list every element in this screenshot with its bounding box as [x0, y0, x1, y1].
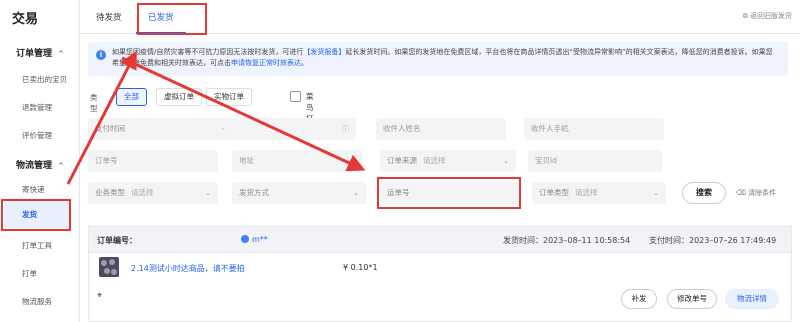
receiver-phone-input[interactable]: 收件人手机 [524, 118, 664, 140]
main-content: 待发货 已发货 ⧉ 返回旧版发货 i 如果您因疫情/自然灾害等不可抗力原因无法按… [80, 0, 800, 322]
chevron-up-icon: ^ [58, 50, 64, 58]
external-link-icon: ⧉ [742, 12, 750, 20]
business-type-placeholder: 请选择 [131, 188, 154, 197]
order-type-select[interactable]: 订单类型 请选择 ⌄ [532, 182, 666, 204]
ship-method-select[interactable]: 发货方式 ⌄ [232, 182, 366, 204]
sidebar-group-label: 订单管理 [16, 49, 53, 59]
notice-text: 延长发货时间。如果您的发货地在免费区域，平台也将在商品详情页透出“受物流异常影响… [345, 48, 731, 56]
restore-timeliness-link[interactable]: 申请恢复正常时效表达 [231, 59, 301, 67]
cainiao-checkbox[interactable] [290, 91, 301, 102]
buyer-link[interactable]: m** [241, 235, 268, 244]
order-header: 订单编号： m** 发货时间：2023–08–11 10:58:54 支付时间：… [89, 227, 791, 253]
search-button[interactable]: 搜索 [682, 182, 726, 204]
type-option-virtual[interactable]: 虚拟订单 [156, 88, 202, 106]
sidebar-group-label: 物流管理 [16, 161, 53, 171]
product-thumbnail[interactable] [99, 257, 119, 277]
reship-button[interactable]: 补发 [621, 289, 657, 309]
waybill-number-input[interactable]: 运单号 [380, 182, 520, 204]
chevron-down-icon: ⌄ [353, 189, 359, 197]
pay-time-range[interactable]: 支付时间 - ⓘ [88, 118, 356, 140]
sidebar-item-sold[interactable]: 已卖出的宝贝 [22, 74, 67, 85]
sidebar-item-print[interactable]: 打单 [22, 268, 37, 279]
shipping-report-link[interactable]: 【发货报备】 [303, 48, 345, 56]
legacy-link-label: 返回旧版发货 [750, 12, 792, 20]
notice-text: 。 [301, 59, 308, 67]
info-icon: i [96, 50, 106, 60]
chevron-down-icon: ⌄ [653, 189, 659, 197]
chevron-up-icon: ^ [58, 162, 64, 170]
tab-bar: 待发货 已发货 ⧉ 返回旧版发货 [80, 0, 800, 34]
chevron-down-icon: ⌄ [205, 189, 211, 197]
wangwang-icon [241, 235, 249, 243]
sidebar-item-refund[interactable]: 退款管理 [22, 102, 52, 113]
eraser-icon: ⌫ [736, 189, 749, 197]
ship-time: 发货时间：2023–08–11 10:58:54 [503, 236, 631, 245]
pay-time: 支付时间：2023–07–26 17:49:49 [649, 236, 777, 245]
ship-method-label: 发货方式 [239, 188, 269, 197]
sidebar-item-ship[interactable]: 发货 [4, 202, 70, 228]
sidebar-item-logistics-service[interactable]: 物流服务 [22, 296, 52, 307]
product-price: ¥ 0.10*1 [343, 263, 378, 272]
order-type-label: 订单类型 [539, 188, 569, 197]
logistics-detail-button[interactable]: 物流详情 [725, 289, 779, 309]
modify-waybill-button[interactable]: 修改单号 [667, 289, 717, 309]
sidebar-item-print-tool[interactable]: 打单工具 [22, 240, 52, 251]
clear-filters-label: 清除条件 [748, 189, 777, 197]
tab-shipped[interactable]: 已发货 [148, 11, 174, 23]
sidebar-item-review[interactable]: 评价管理 [22, 130, 52, 141]
clear-filters-button[interactable]: ⌫ 清除条件 [736, 188, 776, 198]
sidebar-group-order[interactable]: 订单管理 ^ [16, 46, 64, 59]
business-type-select[interactable]: 业务类型 请选择 ⌄ [88, 182, 218, 204]
location-pin-icon: ⌖ [97, 291, 103, 301]
order-source-placeholder: 请选择 [423, 156, 446, 165]
chevron-down-icon: ⌄ [503, 157, 509, 165]
business-type-label: 业务类型 [95, 188, 125, 197]
item-id-input[interactable]: 宝贝id [528, 150, 662, 172]
active-tab-indicator [136, 32, 186, 34]
buyer-name: m** [252, 235, 268, 244]
sidebar-title: 交易 [12, 12, 39, 27]
order-card: 订单编号： m** 发货时间：2023–08–11 10:58:54 支付时间：… [88, 226, 792, 322]
order-source-select[interactable]: 订单来源 请选择 ⌄ [380, 150, 516, 172]
tab-pending-shipment[interactable]: 待发货 [96, 11, 122, 23]
pay-time-label: 支付时间 [95, 124, 125, 133]
legacy-link[interactable]: ⧉ 返回旧版发货 [743, 11, 792, 21]
notice-banner: i 如果您因疫情/自然灾害等不可抗力原因无法按时发货，可进行【发货报备】延长发货… [88, 42, 788, 76]
order-source-label: 订单来源 [387, 156, 417, 165]
range-separator: - [222, 124, 225, 133]
type-label: 类型 [90, 93, 98, 113]
product-name-link[interactable]: 2.14测试小时达商品，请不要拍 [131, 263, 245, 274]
order-type-placeholder: 请选择 [575, 188, 598, 197]
waybill-number-placeholder: 运单号 [387, 188, 410, 197]
address-input[interactable]: 地址 [232, 150, 362, 172]
notice-text: 如果您因疫情/自然灾害等不可抗力原因无法按时发货，可进行 [112, 48, 304, 56]
type-option-all[interactable]: 全部 [116, 88, 147, 106]
order-number-input[interactable]: 订单号 [88, 150, 218, 172]
sidebar-item-express[interactable]: 寄快递 [22, 184, 45, 195]
receiver-name-input[interactable]: 收件人姓名 [376, 118, 506, 140]
sidebar: 交易 订单管理 ^ 已卖出的宝贝 退款管理 评价管理 物流管理 ^ 寄快递 发货 打… [0, 0, 80, 322]
sidebar-group-logistics[interactable]: 物流管理 ^ [16, 158, 64, 171]
order-id-label: 订单编号： [97, 236, 137, 245]
help-icon: ⓘ [342, 125, 349, 133]
type-option-physical[interactable]: 实物订单 [206, 88, 252, 106]
